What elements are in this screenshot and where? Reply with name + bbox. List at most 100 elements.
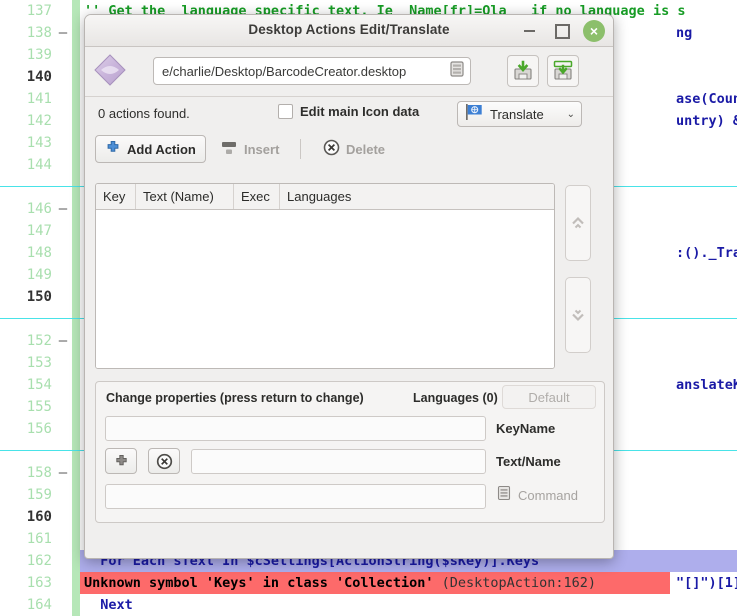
textname-input[interactable] [191, 449, 486, 474]
line-number: 142 [26, 113, 52, 129]
modified-gutter-bar [72, 396, 80, 418]
dialog-toolbar: e/charlie/Desktop/BarcodeCreator.desktop [85, 47, 613, 97]
line-number: 155 [26, 399, 52, 415]
desktop-file-path-value: e/charlie/Desktop/BarcodeCreator.desktop [162, 63, 407, 79]
code-text-tail: :()._TranslateK [676, 245, 737, 261]
options-row: 0 actions found. Edit main Icon data Tra… [85, 97, 613, 133]
column-header-key[interactable]: Key [96, 184, 136, 209]
file-browse-icon[interactable] [448, 60, 466, 83]
delete-circle-icon [323, 139, 340, 159]
line-number: 150 [26, 289, 52, 305]
modified-gutter-bar [72, 132, 80, 154]
code-text: Next [84, 597, 133, 613]
add-text-button[interactable] [105, 448, 137, 474]
line-number: 139 [26, 47, 52, 63]
modified-gutter-bar [72, 176, 80, 198]
chevron-down-icon: ⌄ [566, 108, 575, 120]
insert-icon [220, 140, 238, 159]
actions-found-label: 0 actions found. [98, 106, 190, 121]
modified-gutter-bar [72, 44, 80, 66]
modified-gutter-bar [72, 0, 80, 22]
command-row-label: Command [496, 485, 578, 506]
line-number: 161 [26, 531, 52, 547]
modified-gutter-bar [72, 154, 80, 176]
line-number: 159 [26, 487, 52, 503]
plus-icon [115, 454, 127, 465]
modified-gutter-bar [72, 198, 80, 220]
line-number: 143 [26, 135, 52, 151]
move-down-button[interactable] [565, 277, 591, 353]
modified-gutter-bar [72, 440, 80, 462]
table-body[interactable] [96, 210, 554, 368]
code-text-tail: anslateKey(Acti [676, 377, 737, 393]
command-input[interactable] [105, 484, 486, 509]
fold-toggle-icon[interactable]: — [56, 330, 70, 352]
modified-gutter-bar [72, 308, 80, 330]
line-number: 138 [26, 25, 52, 41]
minimize-icon[interactable] [517, 19, 541, 43]
close-icon[interactable]: × [583, 20, 605, 42]
line-number: 156 [26, 421, 52, 437]
modified-gutter-bar [72, 594, 80, 616]
keyname-input[interactable] [105, 416, 486, 441]
column-header-languages[interactable]: Languages [280, 184, 554, 209]
delete-label: Delete [346, 141, 386, 157]
actions-table[interactable]: Key Text (Name) Exec Languages [95, 183, 555, 369]
move-up-button[interactable] [565, 185, 591, 261]
insert-button[interactable]: Insert [210, 135, 289, 163]
line-number: 163 [26, 575, 52, 591]
code-line[interactable]: 163 Unknown symbol 'Keys' in class 'Colle… [0, 572, 737, 594]
column-header-exec[interactable]: Exec [234, 184, 280, 209]
edit-main-icon-checkbox[interactable]: Edit main Icon data [278, 104, 419, 119]
table-header-row: Key Text (Name) Exec Languages [96, 184, 554, 210]
desktop-file-path-field[interactable]: e/charlie/Desktop/BarcodeCreator.desktop [153, 57, 471, 85]
properties-heading: Change properties (press return to chang… [106, 391, 364, 405]
line-number: 152 [26, 333, 52, 349]
column-header-text-name[interactable]: Text (Name) [136, 184, 234, 209]
save-as-button[interactable] [547, 55, 579, 87]
modified-gutter-bar [72, 286, 80, 308]
modified-gutter-bar [72, 374, 80, 396]
checkbox-box[interactable] [278, 104, 293, 119]
modified-gutter-bar [72, 352, 80, 374]
modified-gutter-bar [72, 264, 80, 286]
modified-gutter-bar [72, 330, 80, 352]
edit-main-icon-label: Edit main Icon data [300, 104, 420, 119]
line-number: 148 [26, 245, 52, 261]
dialog-titlebar[interactable]: Desktop Actions Edit/Translate × [85, 15, 613, 47]
fold-toggle-icon[interactable]: — [56, 462, 70, 484]
translate-label: Translate [490, 106, 544, 122]
default-button[interactable]: Default [502, 385, 596, 409]
translate-dropdown[interactable]: Translate ⌄ [457, 101, 582, 127]
button-divider [300, 139, 301, 159]
code-line[interactable]: 164 Next [0, 594, 737, 616]
modified-gutter-bar [72, 418, 80, 440]
fold-toggle-icon[interactable]: — [56, 198, 70, 220]
line-number: 146 [26, 201, 52, 217]
modified-gutter-bar [72, 550, 80, 572]
line-number: 153 [26, 355, 52, 371]
flag-icon [464, 103, 484, 126]
delete-button[interactable]: Delete [313, 135, 395, 163]
remove-circle-icon [156, 453, 172, 469]
error-location: (DesktopAction:162) [441, 575, 597, 591]
modified-gutter-bar [72, 506, 80, 528]
modified-gutter-bar [72, 220, 80, 242]
keyname-label: KeyName [496, 421, 556, 436]
save-button[interactable] [507, 55, 539, 87]
remove-text-button[interactable] [148, 448, 180, 474]
properties-panel: Change properties (press return to chang… [95, 381, 605, 523]
error-message: Unknown symbol 'Keys' in class 'Collecti… [84, 575, 597, 591]
command-file-icon [496, 485, 512, 506]
command-label: Command [518, 488, 578, 503]
line-number: 137 [26, 3, 52, 19]
modified-gutter-bar [72, 462, 80, 484]
maximize-icon[interactable] [550, 19, 574, 43]
line-number: 158 [26, 465, 52, 481]
chevron-double-down-icon [572, 309, 584, 322]
add-action-button[interactable]: Add Action [95, 135, 206, 163]
add-action-label: Add Action [127, 141, 196, 157]
fold-toggle-icon[interactable]: — [56, 22, 70, 44]
line-number: 164 [26, 597, 52, 613]
line-number: 144 [26, 157, 52, 173]
